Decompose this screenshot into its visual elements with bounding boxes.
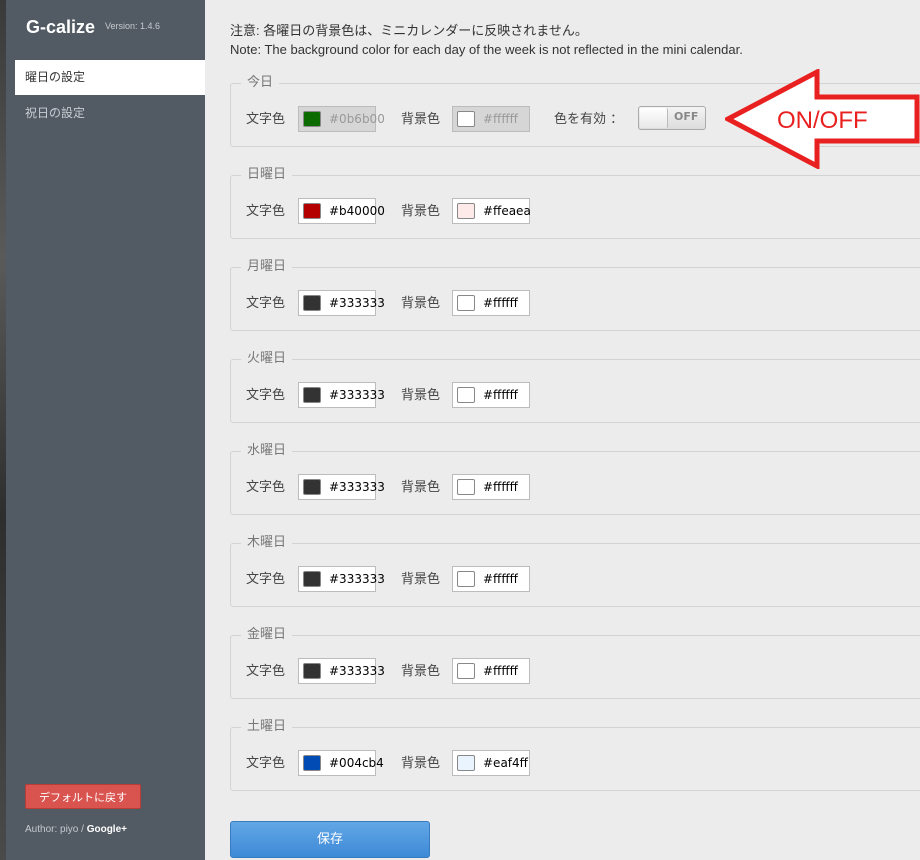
app-title: G-calize xyxy=(26,17,96,37)
bg-color-label: 背景色 xyxy=(401,480,441,495)
text-color-input[interactable]: #333333 xyxy=(298,658,385,684)
bg-color-swatch xyxy=(457,663,475,679)
text-color-input[interactable]: #0b6b00 xyxy=(298,106,385,132)
bg-color-label: 背景色 xyxy=(401,388,441,403)
section-legend: 日曜日 xyxy=(241,167,293,183)
sidebar-item-weekday-settings[interactable]: 曜日の設定 xyxy=(15,60,205,95)
text-color-swatch xyxy=(303,203,321,219)
section-legend: 今日 xyxy=(241,75,280,91)
bg-color-input[interactable]: #eaf4ff xyxy=(452,750,530,776)
enable-color-label: 色を有効 ： xyxy=(554,112,624,127)
text-color-label: 文字色 xyxy=(246,572,286,587)
bg-color-input[interactable]: #ffffff xyxy=(452,474,530,500)
bg-color-value: #ffffff xyxy=(483,296,518,310)
section-legend: 水曜日 xyxy=(241,443,293,459)
text-color-label: 文字色 xyxy=(246,664,286,679)
text-color-input[interactable]: #333333 xyxy=(298,474,385,500)
annotation-label: ON/OFF xyxy=(777,107,868,134)
bg-color-swatch xyxy=(457,203,475,219)
bg-color-value: #ffffff xyxy=(483,480,518,494)
bg-color-value: #eaf4ff xyxy=(483,756,528,770)
settings-section: 火曜日文字色 #333333 背景色 #ffffff xyxy=(230,351,920,423)
text-color-input[interactable]: #333333 xyxy=(298,566,385,592)
bg-color-label: 背景色 xyxy=(401,112,441,127)
toggle-state: OFF xyxy=(674,110,699,123)
text-color-input[interactable]: #004cb4 xyxy=(298,750,384,776)
bg-color-label: 背景色 xyxy=(401,756,441,771)
bg-color-swatch xyxy=(457,755,475,771)
text-color-label: 文字色 xyxy=(246,204,286,219)
sidebar: G-calize Version: 1.4.6 曜日の設定 祝日の設定 デフォル… xyxy=(6,0,205,860)
enable-color-toggle[interactable]: OFF xyxy=(638,106,706,130)
settings-section: 土曜日文字色 #004cb4 背景色 #eaf4ff xyxy=(230,719,920,791)
text-color-input[interactable]: #333333 xyxy=(298,290,385,316)
text-color-swatch xyxy=(303,111,321,127)
text-color-swatch xyxy=(303,755,321,771)
bg-color-input[interactable]: #ffffff xyxy=(452,566,530,592)
bg-color-swatch xyxy=(457,111,475,127)
text-color-swatch xyxy=(303,663,321,679)
text-color-label: 文字色 xyxy=(246,388,286,403)
text-color-value: #004cb4 xyxy=(329,756,384,770)
bg-color-value: #ffeaea xyxy=(483,204,531,218)
bg-color-label: 背景色 xyxy=(401,664,441,679)
settings-section: 月曜日文字色 #333333 背景色 #ffffff xyxy=(230,259,920,331)
text-color-value: #333333 xyxy=(329,296,385,310)
text-color-swatch xyxy=(303,479,321,495)
reset-default-button[interactable]: デフォルトに戻す xyxy=(25,784,141,809)
bg-color-swatch xyxy=(457,571,475,587)
bg-color-input[interactable]: #ffffff xyxy=(452,658,530,684)
bg-color-label: 背景色 xyxy=(401,572,441,587)
settings-section: 日曜日文字色 #b40000 背景色 #ffeaea xyxy=(230,167,920,239)
text-color-swatch xyxy=(303,295,321,311)
sidebar-item-holiday-settings[interactable]: 祝日の設定 xyxy=(15,96,205,131)
bg-color-value: #ffffff xyxy=(483,572,518,586)
section-legend: 火曜日 xyxy=(241,351,293,367)
section-legend: 木曜日 xyxy=(241,535,293,551)
text-color-value: #333333 xyxy=(329,664,385,678)
text-color-label: 文字色 xyxy=(246,296,286,311)
text-color-swatch xyxy=(303,571,321,587)
bg-color-value: #ffffff xyxy=(483,112,518,126)
author-text: Author: piyo / xyxy=(25,824,87,835)
bg-color-value: #ffffff xyxy=(483,664,518,678)
bg-color-label: 背景色 xyxy=(401,296,441,311)
text-color-label: 文字色 xyxy=(246,756,286,771)
text-color-value: #b40000 xyxy=(329,204,385,218)
text-color-input[interactable]: #b40000 xyxy=(298,198,385,224)
settings-section: 金曜日文字色 #333333 背景色 #ffffff xyxy=(230,627,920,699)
settings-section: 木曜日文字色 #333333 背景色 #ffffff xyxy=(230,535,920,607)
notice-en: Note: The background color for each day … xyxy=(230,42,743,57)
bg-color-label: 背景色 xyxy=(401,204,441,219)
section-legend: 土曜日 xyxy=(241,719,293,735)
bg-color-input[interactable]: #ffffff xyxy=(452,106,530,132)
text-color-swatch xyxy=(303,387,321,403)
text-color-value: #333333 xyxy=(329,572,385,586)
notice-jp: 注意: 各曜日の背景色は、ミニカレンダーに反映されません。 xyxy=(230,23,588,38)
text-color-label: 文字色 xyxy=(246,480,286,495)
bg-color-input[interactable]: #ffeaea xyxy=(452,198,531,224)
notice: 注意: 各曜日の背景色は、ミニカレンダーに反映されません。 Note: The … xyxy=(230,21,743,59)
section-legend: 月曜日 xyxy=(241,259,293,275)
author-credit: Author: piyo / Google+ xyxy=(25,824,127,835)
text-color-value: #333333 xyxy=(329,480,385,494)
app-version: Version: 1.4.6 xyxy=(105,21,161,31)
bg-color-input[interactable]: #ffffff xyxy=(452,290,530,316)
bg-color-swatch xyxy=(457,295,475,311)
section-legend: 金曜日 xyxy=(241,627,293,643)
bg-color-swatch xyxy=(457,387,475,403)
author-link[interactable]: Google+ xyxy=(87,824,127,835)
bg-color-swatch xyxy=(457,479,475,495)
settings-section: 水曜日文字色 #333333 背景色 #ffffff xyxy=(230,443,920,515)
text-color-value: #333333 xyxy=(329,388,385,402)
save-button[interactable]: 保存 xyxy=(230,821,430,858)
text-color-label: 文字色 xyxy=(246,112,286,127)
text-color-value: #0b6b00 xyxy=(329,112,385,126)
bg-color-value: #ffffff xyxy=(483,388,518,402)
text-color-input[interactable]: #333333 xyxy=(298,382,385,408)
toggle-knob xyxy=(640,108,668,128)
bg-color-input[interactable]: #ffffff xyxy=(452,382,530,408)
